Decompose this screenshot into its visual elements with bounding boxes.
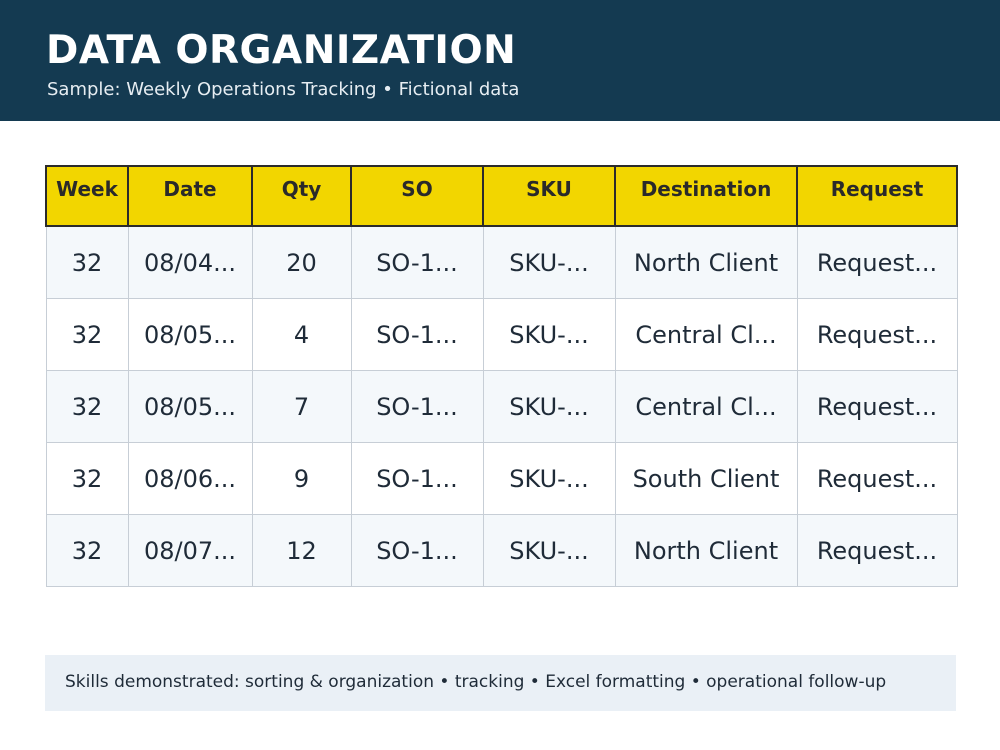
skills-text: Skills demonstrated: sorting & organizat… xyxy=(65,672,887,692)
cell-qty[interactable]: 7 xyxy=(251,370,352,443)
column-header-destination[interactable]: Destination xyxy=(614,165,798,227)
column-header-label: SKU xyxy=(526,177,572,201)
cell-so[interactable]: SO-1... xyxy=(350,442,484,515)
column-header-week[interactable]: Week xyxy=(45,165,129,227)
table-row: 32 08/04... 20 SO-1... SKU-... North Cli… xyxy=(45,225,958,299)
cell-destination[interactable]: Central Cl... xyxy=(614,370,798,443)
page-subtitle: Sample: Weekly Operations Tracking • Fic… xyxy=(47,79,520,100)
cell-date[interactable]: 08/07... xyxy=(127,514,253,587)
cell-date[interactable]: 08/06... xyxy=(127,442,253,515)
cell-so[interactable]: SO-1... xyxy=(350,298,484,371)
cell-request[interactable]: Request... xyxy=(796,298,958,371)
cell-week[interactable]: 32 xyxy=(45,442,129,515)
cell-so[interactable]: SO-1... xyxy=(350,514,484,587)
table-header-row: Week Date Qty SO SKU Destination Request xyxy=(45,165,958,227)
cell-qty[interactable]: 9 xyxy=(251,442,352,515)
cell-request[interactable]: Request... xyxy=(796,514,958,587)
table-row: 32 08/07... 12 SO-1... SKU-... North Cli… xyxy=(45,514,958,587)
table-row: 32 08/05... 7 SO-1... SKU-... Central Cl… xyxy=(45,370,958,443)
cell-destination[interactable]: South Client xyxy=(614,442,798,515)
cell-qty[interactable]: 12 xyxy=(251,514,352,587)
column-header-label: Week xyxy=(56,177,118,201)
cell-sku[interactable]: SKU-... xyxy=(482,370,616,443)
column-header-so[interactable]: SO xyxy=(350,165,484,227)
cell-sku[interactable]: SKU-... xyxy=(482,514,616,587)
column-header-qty[interactable]: Qty xyxy=(251,165,352,227)
operations-table: Week Date Qty SO SKU Destination Request… xyxy=(45,165,958,587)
cell-request[interactable]: Request... xyxy=(796,370,958,443)
table-row: 32 08/05... 4 SO-1... SKU-... Central Cl… xyxy=(45,298,958,371)
cell-so[interactable]: SO-1... xyxy=(350,225,484,299)
cell-date[interactable]: 08/05... xyxy=(127,298,253,371)
skills-footer: Skills demonstrated: sorting & organizat… xyxy=(45,655,956,711)
cell-date[interactable]: 08/05... xyxy=(127,370,253,443)
header-banner: DATA ORGANIZATION Sample: Weekly Operati… xyxy=(0,0,1000,121)
column-header-label: Request xyxy=(830,177,924,201)
column-header-label: Qty xyxy=(281,177,322,201)
cell-week[interactable]: 32 xyxy=(45,514,129,587)
column-header-label: SO xyxy=(401,177,433,201)
column-header-request[interactable]: Request xyxy=(796,165,958,227)
cell-week[interactable]: 32 xyxy=(45,298,129,371)
cell-qty[interactable]: 4 xyxy=(251,298,352,371)
cell-week[interactable]: 32 xyxy=(45,225,129,299)
cell-sku[interactable]: SKU-... xyxy=(482,225,616,299)
page-title: DATA ORGANIZATION xyxy=(46,28,517,73)
cell-so[interactable]: SO-1... xyxy=(350,370,484,443)
cell-date[interactable]: 08/04... xyxy=(127,225,253,299)
column-header-label: Date xyxy=(163,177,217,201)
cell-week[interactable]: 32 xyxy=(45,370,129,443)
cell-request[interactable]: Request... xyxy=(796,225,958,299)
cell-destination[interactable]: Central Cl... xyxy=(614,298,798,371)
cell-sku[interactable]: SKU-... xyxy=(482,442,616,515)
cell-destination[interactable]: North Client xyxy=(614,514,798,587)
column-header-sku[interactable]: SKU xyxy=(482,165,616,227)
cell-destination[interactable]: North Client xyxy=(614,225,798,299)
column-header-date[interactable]: Date xyxy=(127,165,253,227)
table-row: 32 08/06... 9 SO-1... SKU-... South Clie… xyxy=(45,442,958,515)
cell-request[interactable]: Request... xyxy=(796,442,958,515)
column-header-label: Destination xyxy=(640,177,772,201)
cell-sku[interactable]: SKU-... xyxy=(482,298,616,371)
cell-qty[interactable]: 20 xyxy=(251,225,352,299)
